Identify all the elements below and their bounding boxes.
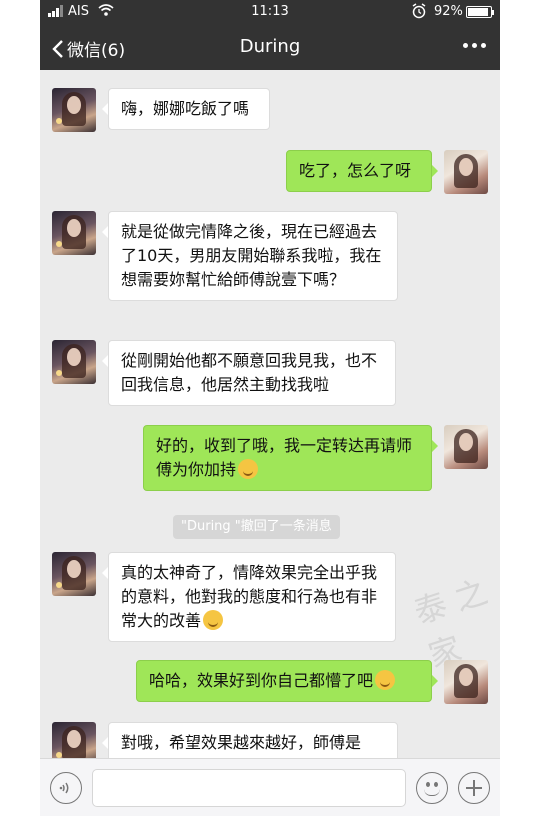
avatar[interactable]: [52, 88, 96, 132]
battery-icon: [466, 6, 494, 18]
voice-icon[interactable]: [50, 772, 82, 804]
avatar[interactable]: [444, 150, 488, 194]
avatar[interactable]: [444, 425, 488, 469]
avatar[interactable]: [52, 722, 96, 758]
chat-header: 微信(6) During: [40, 24, 500, 70]
avatar[interactable]: [444, 660, 488, 704]
status-time: 11:13: [251, 4, 289, 19]
message-text: 哈哈，效果好到你自己都懵了吧: [149, 671, 374, 690]
system-notice: "During "撤回了一条消息: [173, 515, 340, 539]
message-bubble[interactable]: 哈哈，效果好到你自己都懵了吧: [136, 660, 438, 702]
emoji-icon[interactable]: [416, 772, 448, 804]
message-text: 好的，收到了哦，我一定转达再请师傅为你加持: [156, 436, 413, 479]
avatar[interactable]: [52, 211, 96, 255]
plus-icon[interactable]: [458, 772, 490, 804]
message-bubble[interactable]: 好的，收到了哦，我一定转达再请师傅为你加持: [143, 425, 438, 491]
chat-title: During: [239, 36, 301, 57]
emoji-icon: [203, 610, 224, 630]
message-bubble[interactable]: 嗨，娜娜吃飯了嗎: [102, 88, 270, 130]
emoji-icon: [238, 459, 259, 479]
message-list[interactable]: 嗨，娜娜吃飯了嗎 吃了，怎么了呀 就是從做完情降之後，現在已經過去了10天，男朋…: [40, 70, 500, 758]
message-bubble[interactable]: 真的太神奇了，情降效果完全出乎我的意料，他對我的態度和行為也有非常大的改善: [102, 552, 396, 642]
phone-screen: AIS 11:13 92% 微信(6) During 嗨，娜娜吃飯了嗎 吃了，怎…: [40, 0, 500, 816]
status-bar: AIS 11:13 92%: [40, 0, 500, 24]
avatar[interactable]: [52, 340, 96, 384]
message-bubble[interactable]: 對哦，希望效果越來越好，師傅是: [102, 722, 398, 758]
message-input[interactable]: [92, 769, 406, 807]
message-bubble[interactable]: 吃了，怎么了呀: [286, 150, 438, 192]
alarm-icon: [412, 3, 426, 23]
more-icon[interactable]: [463, 43, 486, 48]
message-text: 真的太神奇了，情降效果完全出乎我的意料，他對我的態度和行為也有非常大的改善: [121, 563, 378, 630]
battery-percent: 92%: [434, 4, 463, 19]
emoji-icon: [375, 670, 396, 690]
input-bar: [40, 758, 500, 816]
message-bubble[interactable]: 從剛開始他都不願意回我見我，也不回我信息，他居然主動找我啦: [102, 340, 396, 406]
avatar[interactable]: [52, 552, 96, 596]
message-bubble[interactable]: 就是從做完情降之後，現在已經過去了10天，男朋友開始聯系我啦，我在想需要妳幫忙給…: [102, 211, 398, 301]
